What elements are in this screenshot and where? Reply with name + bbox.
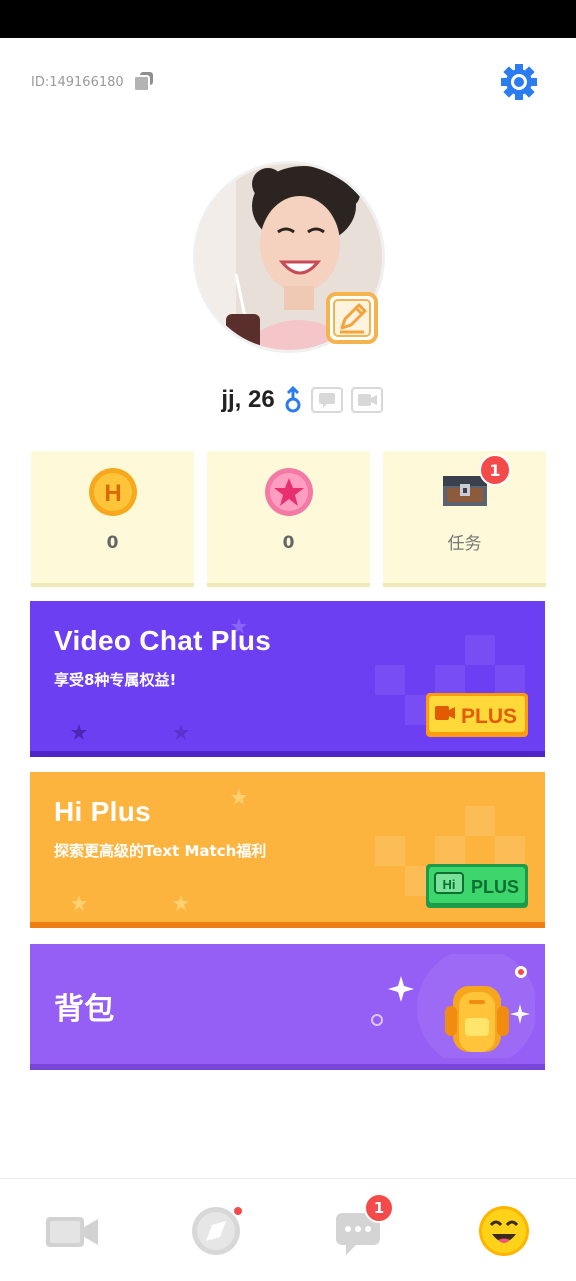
video-plus-button-text: PLUS	[461, 705, 517, 728]
star-decoration	[71, 724, 87, 740]
status-bar	[0, 0, 576, 38]
hi-plus-subtitle: 探索更高级的Text Match福利	[54, 842, 267, 860]
profile-name-row: jj, 26	[0, 380, 576, 420]
star-coin-card[interactable]: 0	[207, 451, 370, 583]
compass-icon	[192, 1205, 244, 1255]
star-coin-icon	[264, 468, 313, 516]
copy-icon[interactable]	[132, 71, 156, 93]
h-coin-card[interactable]: H 0	[31, 451, 194, 583]
h-coin-icon: H	[88, 468, 137, 516]
star-coin-value: 0	[282, 533, 295, 553]
tab-video[interactable]	[42, 1201, 102, 1261]
pencil-icon[interactable]	[326, 292, 378, 344]
messages-badge: 1	[364, 1193, 394, 1223]
backpack-banner[interactable]: 背包	[30, 944, 545, 1064]
star-decoration	[173, 895, 189, 911]
user-id-row: ID:149166180	[31, 71, 156, 93]
video-camera-icon	[46, 1217, 98, 1247]
video-chat-plus-title: Video Chat Plus	[54, 625, 272, 656]
h-coin-value: 0	[106, 533, 119, 553]
video-card-icon	[350, 387, 383, 413]
tab-me[interactable]	[474, 1201, 534, 1261]
tab-messages[interactable]: 1	[330, 1193, 394, 1261]
chat-hi-icon	[310, 387, 343, 413]
backpack-icon	[371, 954, 535, 1058]
tasks-label: 任务	[447, 534, 482, 554]
star-decoration	[231, 789, 247, 805]
hi-plus-button-prefix: Hi	[443, 877, 456, 892]
video-chat-plus-subtitle: 享受8种专属权益!	[54, 671, 177, 689]
tab-discover[interactable]	[186, 1201, 246, 1261]
gear-icon[interactable]	[499, 62, 539, 102]
bottom-tab-bar: 1	[0, 1178, 576, 1281]
backpack-title: 背包	[54, 993, 115, 1026]
svg-text:H: H	[104, 480, 121, 507]
tasks-card[interactable]: 1 任务	[383, 451, 546, 583]
video-chat-plus-banner[interactable]: Video Chat Plus 享受8种专属权益! PLUS	[30, 601, 545, 751]
hi-plus-title: Hi Plus	[54, 796, 152, 827]
profile-name-age: jj, 26	[221, 386, 275, 413]
male-icon	[285, 386, 301, 413]
user-id-text: ID:149166180	[31, 74, 124, 90]
star-decoration	[71, 895, 87, 911]
video-plus-button[interactable]: PLUS	[425, 692, 529, 738]
hi-plus-banner[interactable]: Hi Plus 探索更高级的Text Match福利 Hi PLUS	[30, 772, 545, 922]
star-decoration	[173, 724, 189, 740]
hi-plus-button[interactable]: Hi PLUS	[425, 863, 529, 909]
hi-plus-button-text: PLUS	[471, 877, 519, 897]
tasks-badge: 1	[479, 454, 511, 486]
smiley-face-icon	[479, 1206, 529, 1256]
avatar-container	[193, 161, 385, 353]
